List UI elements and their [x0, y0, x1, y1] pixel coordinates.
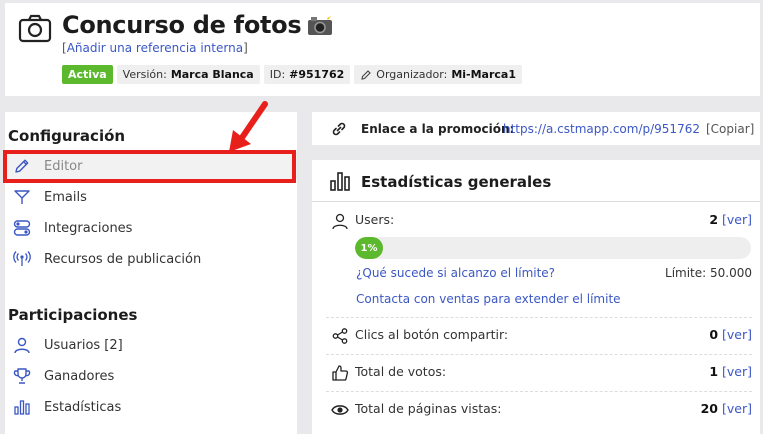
user-icon: [332, 213, 348, 230]
send-icon: [12, 187, 32, 207]
configuration-title: Configuración: [8, 127, 126, 145]
version-badge: Versión: Marca Blanca: [116, 65, 260, 84]
votes-row: Total de votos: 1 [ver]: [326, 364, 752, 384]
pencil-icon: [361, 69, 372, 80]
bar-chart-icon: [12, 397, 32, 417]
camera-icon: [18, 14, 52, 43]
promotion-url-link[interactable]: https://a.cstmapp.com/p/951762: [503, 122, 700, 136]
thumbs-up-icon: [332, 365, 349, 381]
users-stat-row: Users: 2 [ver]: [326, 212, 752, 232]
view-page-views-link[interactable]: [ver]: [722, 401, 752, 416]
sidebar-item-statistics[interactable]: Estadísticas: [5, 393, 297, 421]
general-stats-panel: Estadísticas generales Users: 2 [ver] 1% …: [312, 160, 760, 434]
sidebar-item-integrations[interactable]: Integraciones: [5, 214, 297, 242]
sidebar: Configuración Editor Emails Integracione…: [5, 112, 297, 434]
broadcast-icon: [12, 249, 32, 269]
divider: [326, 391, 752, 392]
share-icon: [332, 328, 348, 344]
page-title: Concurso de fotos: [62, 11, 333, 39]
sidebar-item-winners[interactable]: Ganadores: [5, 362, 297, 390]
divider: [326, 354, 752, 355]
copy-link-button[interactable]: [Copiar]: [706, 122, 754, 136]
participations-title: Participaciones: [8, 306, 138, 324]
status-badge: Activa: [62, 65, 113, 84]
page-views-row: Total de páginas vistas: 20 [ver]: [326, 401, 752, 421]
view-users-link[interactable]: [ver]: [722, 212, 752, 227]
user-icon: [12, 335, 32, 355]
sidebar-item-publishing-resources[interactable]: Recursos de publicación: [5, 245, 297, 273]
share-clicks-row: Clics al botón compartir: 0 [ver]: [326, 327, 752, 347]
campaign-badges: Activa Versión: Marca Blanca ID: #951762 O…: [62, 65, 522, 84]
sidebar-item-editor[interactable]: Editor: [5, 152, 297, 180]
stats-title: Estadísticas generales: [361, 173, 552, 191]
trophy-icon: [12, 366, 32, 386]
view-votes-link[interactable]: [ver]: [722, 364, 752, 379]
promotion-link-panel: Enlace a la promoción: https://a.cstmapp…: [312, 112, 760, 145]
id-badge: ID: #951762: [263, 65, 351, 84]
users-progress-bar: 1%: [355, 237, 751, 259]
contact-sales-link[interactable]: Contacta con ventas para extender el lím…: [356, 292, 621, 306]
stats-header: Estadísticas generales: [312, 160, 760, 202]
pencil-icon: [12, 156, 32, 176]
promotion-link-label: Enlace a la promoción:: [361, 121, 515, 136]
limit-question-link[interactable]: ¿Qué sucede si alcanzo el límite?: [356, 266, 555, 280]
bar-chart-icon: [330, 172, 350, 191]
internal-reference: [Añadir una referencia interna]: [62, 41, 248, 55]
camera-flash-emoji-icon: [308, 14, 333, 35]
divider: [326, 317, 752, 318]
users-progress-fill: 1%: [355, 237, 383, 259]
campaign-header: Concurso de fotos [Añadir una referencia…: [5, 3, 760, 96]
eye-icon: [331, 405, 349, 415]
sidebar-item-users[interactable]: Usuarios [2]: [5, 331, 297, 359]
limit-label: Límite: 50.000: [665, 266, 752, 280]
sidebar-item-emails[interactable]: Emails: [5, 183, 297, 211]
view-share-clicks-link[interactable]: [ver]: [722, 327, 752, 342]
organizer-badge[interactable]: Organizador: Mi-Marca1: [354, 65, 522, 84]
link-icon: [332, 122, 346, 136]
toggles-icon: [12, 218, 32, 238]
add-internal-reference-link[interactable]: Añadir una referencia interna: [67, 41, 243, 55]
